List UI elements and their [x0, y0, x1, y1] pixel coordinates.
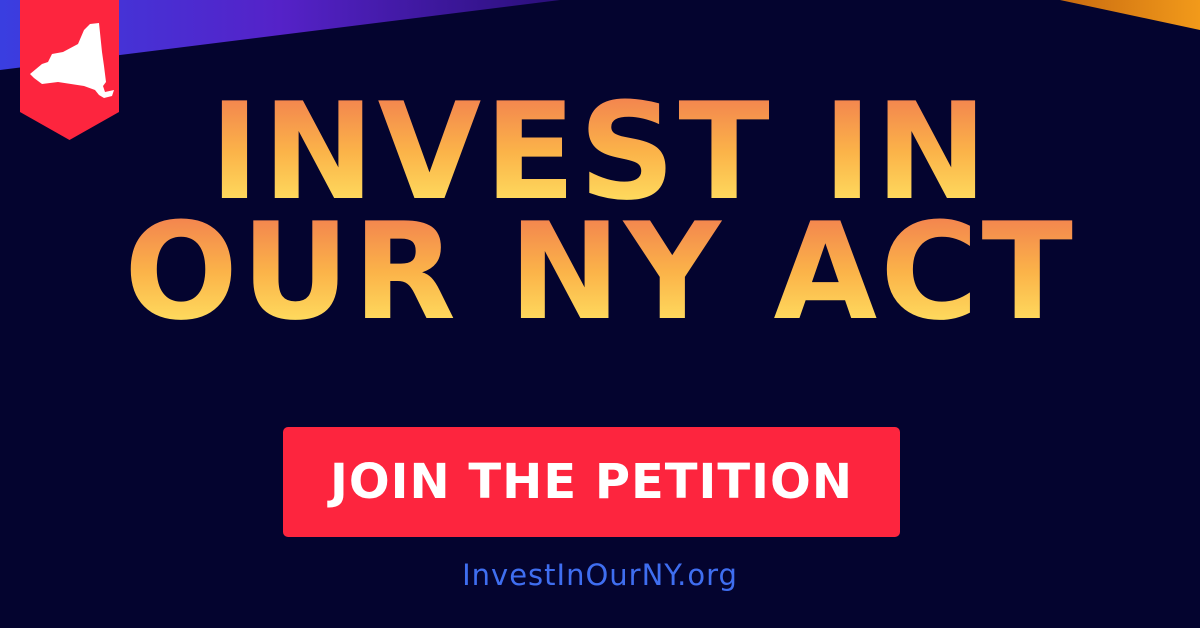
headline: INVEST IN OUR NY ACT	[0, 85, 1200, 339]
join-petition-button[interactable]: JOIN THE PETITION	[283, 427, 900, 537]
cta-label: JOIN THE PETITION	[330, 454, 853, 510]
corner-decoration-right	[1060, 0, 1200, 30]
headline-line-2: OUR NY ACT	[0, 205, 1200, 339]
ad-canvas: INVEST IN OUR NY ACT JOIN THE PETITION I…	[0, 0, 1200, 628]
site-url-link[interactable]: InvestInOurNY.org	[0, 558, 1200, 592]
